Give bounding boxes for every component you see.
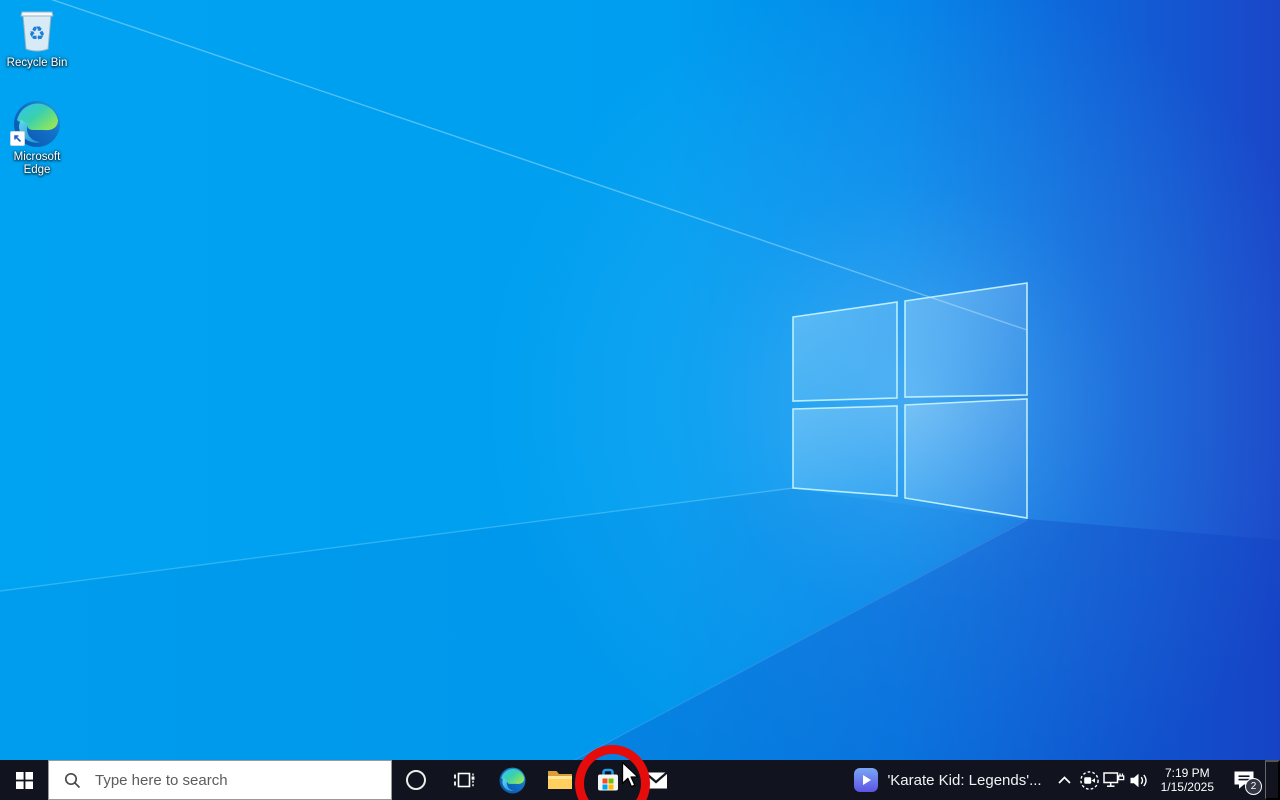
mail-icon <box>644 771 668 788</box>
desktop: ♻ Recycle Bin Microsoft Edge Type here t… <box>0 0 1280 800</box>
play-icon <box>854 768 879 792</box>
wallpaper <box>0 0 1280 760</box>
volume-icon <box>1130 773 1147 787</box>
taskbar-file-explorer-button[interactable] <box>536 760 584 800</box>
windows-logo-icon <box>15 771 33 789</box>
start-button[interactable] <box>0 760 48 800</box>
microsoft-store-icon <box>598 768 618 791</box>
task-view-icon <box>454 772 475 788</box>
show-desktop-button[interactable] <box>1265 760 1280 800</box>
search-input[interactable] <box>93 760 391 800</box>
network-icon <box>1103 772 1125 787</box>
taskbar: 'Karate Kid: Legends'... <box>0 760 1280 800</box>
clock-date: 1/15/2025 <box>1160 780 1214 794</box>
desktop-icon-recycle-bin[interactable]: ♻ Recycle Bin <box>4 8 70 70</box>
media-title: 'Karate Kid: Legends'... <box>887 771 1042 789</box>
taskbar-mail-button[interactable] <box>632 760 680 800</box>
tray-meet-now-button[interactable] <box>1077 760 1102 800</box>
recycle-bin-label: Recycle Bin <box>6 57 68 69</box>
tray-volume-button[interactable] <box>1127 760 1152 800</box>
edge-icon <box>4 100 70 148</box>
taskbar-clock[interactable]: 7:19 PM 1/15/2025 <box>1152 760 1223 800</box>
tray-network-button[interactable] <box>1102 760 1127 800</box>
meet-now-icon <box>1079 770 1099 790</box>
search-icon <box>64 772 81 788</box>
desktop-icon-microsoft-edge[interactable]: Microsoft Edge <box>4 100 70 177</box>
edge-label: Microsoft Edge <box>13 151 61 176</box>
recycle-bin-icon: ♻ <box>4 8 70 54</box>
action-center-button[interactable]: 2 <box>1223 760 1265 800</box>
task-view-button[interactable] <box>440 760 488 800</box>
cortana-icon <box>406 770 426 790</box>
edge-icon <box>499 767 525 793</box>
clock-time: 7:19 PM <box>1164 765 1210 780</box>
file-explorer-icon <box>548 771 572 789</box>
cortana-button[interactable] <box>392 760 440 800</box>
taskbar-microsoft-store-button[interactable] <box>584 760 632 800</box>
taskbar-edge-button[interactable] <box>488 760 536 800</box>
taskbar-right-cluster: 'Karate Kid: Legends'... 7:19 PM 1/15/20… <box>846 760 1280 800</box>
svg-text:♻: ♻ <box>28 23 45 45</box>
taskbar-search <box>48 760 392 800</box>
media-player-taskbar-button[interactable]: 'Karate Kid: Legends'... <box>846 760 1051 800</box>
tray-chevron-up-button[interactable] <box>1052 760 1077 800</box>
chevron-up-icon <box>1058 776 1071 784</box>
notification-badge: 2 <box>1245 778 1262 795</box>
shortcut-arrow-icon <box>10 131 25 146</box>
